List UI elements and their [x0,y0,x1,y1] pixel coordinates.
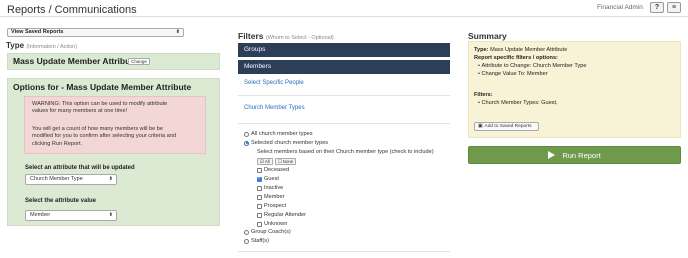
filters-heading: Filters (Whom to Select - Optional) [238,31,334,41]
summary-bullet: • Church Member Types: Guest, [478,100,558,106]
checkbox[interactable] [257,194,262,200]
member-type-label: Member [264,194,285,200]
member-type-option[interactable]: Regular Attender [257,212,306,218]
checkbox[interactable] [257,212,262,218]
warning-line: WARNING: This option can be used to modi… [32,101,168,107]
warning-line: values for many members at one time! [32,108,128,115]
options-title: Options for - Mass Update Member Attribu… [13,82,192,92]
value-select-value: Member [30,212,51,218]
warning-line: You will get a count of how many members… [32,126,164,132]
saved-reports-label: View Saved Reports [11,29,64,35]
attribute-select-value: Church Member Type [30,176,83,182]
header-divider [0,16,688,17]
warning-text: WARNING: This option can be used to modi… [32,101,200,116]
warning-line: modified for you to confirm after select… [32,133,176,140]
summary-type-label: Type: [474,47,489,53]
radio-label: Selected church member types [251,140,329,146]
tab-members[interactable]: Members [238,60,450,74]
radio-button[interactable] [244,131,249,137]
summary-specific-heading: Report specific filters / options: [474,55,558,61]
summary-filters-label: Filters: [474,92,493,99]
summary-bullet: • Change Value To: Member [478,71,548,77]
divider [238,123,450,124]
radio-button[interactable] [244,229,249,235]
add-to-saved-reports-label: Add to Saved Reports [484,124,532,129]
add-to-saved-reports-button[interactable]: ▣ Add to Saved Reports [474,122,539,131]
play-icon [548,151,556,159]
select-specific-people-link[interactable]: Select Specific People [244,80,304,86]
radio-staff[interactable]: Staff(s) [244,238,269,244]
member-type-option[interactable]: Deceased [257,167,289,173]
divider [238,95,450,96]
checkbox[interactable] [257,203,262,209]
summary-heading: Summary [468,31,507,41]
member-type-option[interactable]: Inactive [257,185,283,191]
member-type-option[interactable]: Prospect [257,203,286,209]
square-icon: ☐ [278,158,282,164]
church-member-types-link[interactable]: Church Member Types [244,105,305,111]
select-all-label: All [264,159,270,164]
save-icon: ▣ [478,124,483,129]
summary-bullet-text: Attribute to Change: Church Member Type [481,63,587,69]
warning-line: clicking Run Report. [32,140,83,147]
member-type-label: Prospect [264,203,287,209]
select-none-label: None [282,159,294,164]
page-title: Reports / Communications [7,4,137,16]
check-icon: ☑ [260,158,264,164]
radio-label: Staff(s) [251,238,269,244]
member-type-option[interactable]: Member [257,194,285,200]
filters-heading-label: Filters [238,31,264,41]
checkbox[interactable] [257,221,262,227]
run-report-button[interactable]: Run Report [468,146,681,164]
select-all-button[interactable]: ☑ All [257,158,273,165]
user-label[interactable]: Financial Admin [597,4,643,11]
saved-reports-select[interactable]: View Saved Reports ⬍ [7,28,184,37]
type-heading-sub: (Information / Action) [26,44,78,50]
member-type-option[interactable]: Unknown [257,221,287,227]
select-hint: Select members based on their Church mem… [257,149,434,155]
radio-label: Group Coach(s) [251,229,291,235]
member-type-label: Regular Attender [264,212,306,218]
type-heading-label: Type [6,41,25,50]
divider [238,251,450,252]
radio-group-coach[interactable]: Group Coach(s) [244,229,291,235]
member-type-label: Deceased [264,167,290,173]
help-icon[interactable]: ? [650,2,664,13]
radio-button[interactable] [244,140,249,146]
radio-label: All church member types [251,131,313,137]
selected-type-bar: Mass Update Member Attribute [7,53,220,70]
chevron-down-icon: ⬍ [108,176,113,182]
summary-bullet-text: Church Member Types: Guest, [481,100,558,106]
change-button[interactable]: Change [128,58,150,65]
summary-specific-label: Report specific filters / options: [474,55,558,62]
checkbox[interactable] [257,185,262,191]
attribute-label: Select an attribute that will be updated [25,165,135,171]
member-type-label: Inactive [264,185,284,191]
summary-bullet: • Attribute to Change: Church Member Typ… [478,63,587,69]
chevron-down-icon: ⬍ [175,29,180,35]
type-heading: Type (Information / Action) [6,41,77,50]
summary-filters-heading: Filters: [474,92,493,98]
tab-groups[interactable]: Groups [238,43,450,57]
chevron-down-icon: ⬍ [108,212,113,218]
select-none-button[interactable]: ☐ None [275,158,297,165]
summary-bullet-text: Change Value To: Member [481,71,548,77]
warning-text: You will get a count of how many members… [32,126,200,148]
summary-type: Type: Mass Update Member Attribute [474,47,567,54]
filters-heading-sub: (Whom to Select - Optional) [265,35,334,41]
attribute-select[interactable]: Church Member Type ⬍ [25,174,117,185]
member-type-label: Unknown [264,221,288,227]
member-type-label: Guest [264,176,279,182]
menu-icon[interactable]: ≡ [667,2,681,13]
value-select[interactable]: Member ⬍ [25,210,117,221]
checkbox[interactable] [257,175,262,182]
summary-type-value: Mass Update Member Attribute [490,47,568,53]
radio-all-types[interactable]: All church member types [244,131,313,137]
radio-selected-types[interactable]: Selected church member types [244,140,328,146]
value-label: Select the attribute value [25,198,97,204]
checkbox[interactable] [257,167,262,173]
radio-button[interactable] [244,238,249,244]
member-type-option[interactable]: Guest [257,175,279,182]
run-report-label: Run Report [562,150,601,160]
